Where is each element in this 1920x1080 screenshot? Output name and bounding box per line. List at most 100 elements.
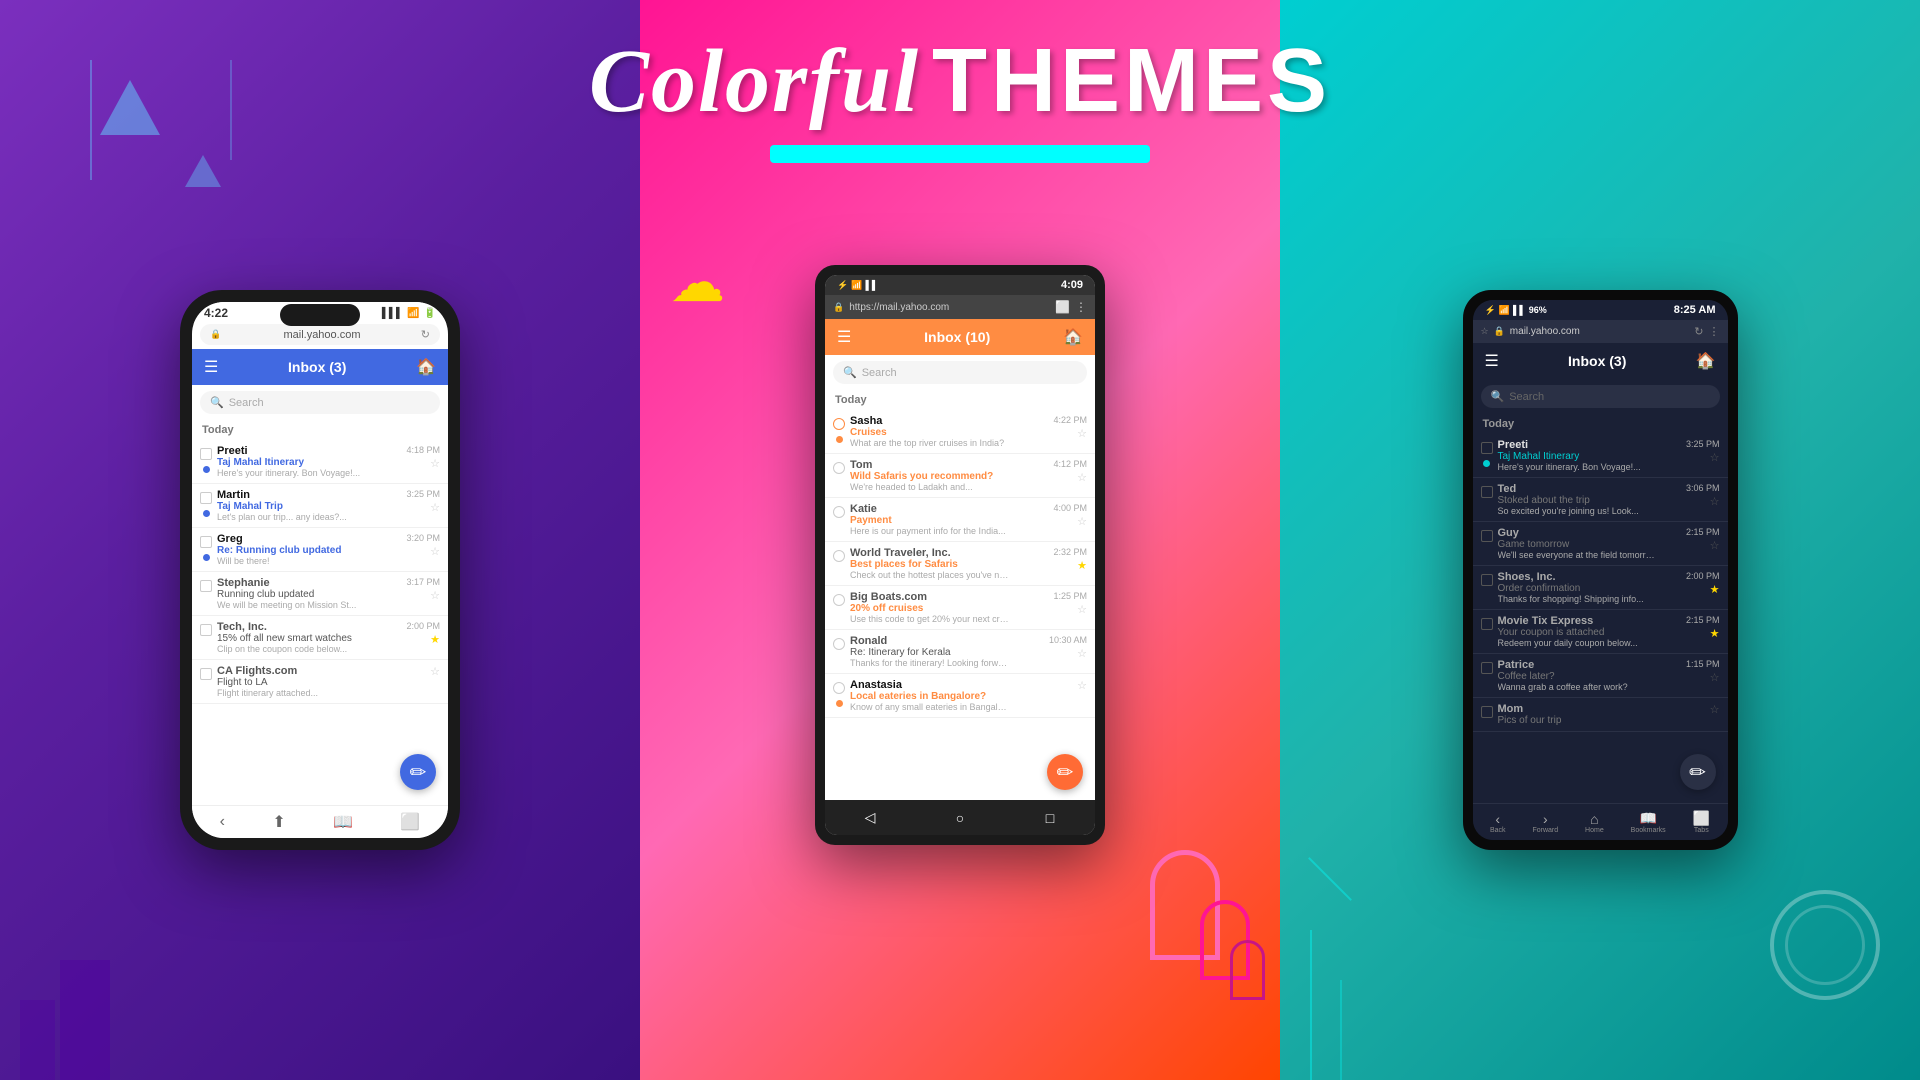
checkbox-katie[interactable] [833, 506, 845, 518]
nav-back[interactable]: ‹ [220, 813, 225, 831]
email-row-ted[interactable]: Ted Stoked about the trip So excited you… [1473, 478, 1728, 522]
email-row-tech[interactable]: Tech, Inc. 15% off all new smart watches… [192, 616, 448, 660]
star-tom[interactable]: ☆ [1077, 471, 1087, 484]
nav-bookmarks[interactable]: 📖 [333, 812, 353, 832]
email-row-patrice[interactable]: Patrice Coffee later? Wanna grab a coffe… [1473, 654, 1728, 698]
checkbox-shoes[interactable] [1481, 574, 1493, 586]
star-katie[interactable]: ☆ [1077, 515, 1087, 528]
nav-tabs-s[interactable]: ⬜ Tabs [1693, 810, 1710, 834]
email-row-preeti-s[interactable]: Preeti Taj Mahal Itinerary Here's your i… [1473, 434, 1728, 478]
star-anastasia[interactable]: ☆ [1077, 679, 1087, 692]
email-row-tom[interactable]: Tom Wild Safaris you recommend? We're he… [825, 454, 1095, 498]
nav-home-s[interactable]: ⌂ Home [1585, 811, 1604, 834]
checkbox-mt[interactable] [1481, 618, 1493, 630]
checkbox-wt[interactable] [833, 550, 845, 562]
checkbox-preeti-s[interactable] [1481, 442, 1493, 454]
refresh-icon[interactable]: ↻ [421, 328, 430, 341]
email-row-worldtraveler[interactable]: World Traveler, Inc. Best places for Saf… [825, 542, 1095, 586]
checkbox-stephanie[interactable] [200, 580, 212, 592]
nav-forward-s[interactable]: › Forward [1532, 811, 1558, 834]
checkbox-guy[interactable] [1481, 530, 1493, 542]
checkbox-bb[interactable] [833, 594, 845, 606]
android-home-btn[interactable]: ○ [950, 808, 970, 828]
samsung-screen: ⚡ 📶 ▌▌ 96% 8:25 AM ☆ 🔒 mail.yahoo.com ↻ … [1473, 300, 1728, 840]
tabs-icon-samsung[interactable]: ⬜ [1693, 810, 1710, 827]
menu-icon[interactable]: ⋮ [1075, 300, 1087, 314]
star-tech[interactable]: ★ [430, 633, 440, 646]
star-greg[interactable]: ☆ [430, 545, 440, 558]
iphone-fab[interactable]: ✏ [400, 754, 436, 790]
android-back-btn[interactable]: ◁ [860, 808, 880, 828]
checkbox-anastasia[interactable] [833, 682, 845, 694]
sender-ted: Ted [1498, 483, 1681, 495]
star-mt[interactable]: ★ [1710, 627, 1720, 640]
home-icon-android[interactable]: 🏠 [1063, 327, 1083, 347]
email-row-movietix[interactable]: Movie Tix Express Your coupon is attache… [1473, 610, 1728, 654]
star-caflights[interactable]: ☆ [430, 665, 440, 678]
checkbox-mom[interactable] [1481, 706, 1493, 718]
iphone-url-bar[interactable]: 🔒 mail.yahoo.com ↻ [200, 324, 440, 345]
star-ronald[interactable]: ☆ [1077, 647, 1087, 660]
checkbox-ted[interactable] [1481, 486, 1493, 498]
star-shoes[interactable]: ★ [1710, 583, 1720, 596]
checkbox-martin[interactable] [200, 492, 212, 504]
email-row-shoes[interactable]: Shoes, Inc. Order confirmation Thanks fo… [1473, 566, 1728, 610]
star-bb[interactable]: ☆ [1077, 603, 1087, 616]
star-guy[interactable]: ☆ [1710, 539, 1720, 552]
nav-bookmarks-s[interactable]: 📖 Bookmarks [1631, 810, 1666, 834]
bookmarks-icon-samsung[interactable]: 📖 [1639, 810, 1656, 827]
checkbox-preeti[interactable] [200, 448, 212, 460]
nav-back-s[interactable]: ‹ Back [1490, 811, 1506, 834]
hamburger-icon-android[interactable]: ☰ [837, 327, 851, 347]
home-icon[interactable]: 🏠 [416, 357, 436, 377]
bookmarks-label-samsung: Bookmarks [1631, 827, 1666, 834]
reload-icon-samsung[interactable]: ↻ [1694, 325, 1703, 338]
hamburger-icon[interactable]: ☰ [204, 357, 218, 377]
home-icon-samsung-nav[interactable]: ⌂ [1590, 811, 1598, 827]
email-row-mom[interactable]: Mom Pics of our trip ☆ [1473, 698, 1728, 732]
back-icon-samsung[interactable]: ‹ [1495, 811, 1500, 827]
checkbox-ronald[interactable] [833, 638, 845, 650]
email-row-preeti[interactable]: Preeti Taj Mahal Itinerary Here's your i… [192, 440, 448, 484]
android-recent-btn[interactable]: □ [1040, 808, 1060, 828]
star-stephanie[interactable]: ☆ [430, 589, 440, 602]
checkbox-greg[interactable] [200, 536, 212, 548]
star-sasha[interactable]: ☆ [1077, 427, 1087, 440]
email-row-greg[interactable]: Greg Re: Running club updated Will be th… [192, 528, 448, 572]
star-wt[interactable]: ★ [1077, 559, 1087, 572]
email-row-stephanie[interactable]: Stephanie Running club updated We will b… [192, 572, 448, 616]
email-row-ronald[interactable]: Ronald Re: Itinerary for Kerala Thanks f… [825, 630, 1095, 674]
samsung-url-bar[interactable]: ☆ 🔒 mail.yahoo.com ↻ ⋮ [1473, 320, 1728, 343]
tab-icon[interactable]: ⬜ [1055, 300, 1070, 314]
star-preeti-s[interactable]: ☆ [1710, 451, 1720, 464]
checkbox-caflights[interactable] [200, 668, 212, 680]
home-icon-samsung[interactable]: 🏠 [1696, 351, 1716, 371]
star-preeti[interactable]: ☆ [430, 457, 440, 470]
email-row-anastasia[interactable]: Anastasia Local eateries in Bangalore? K… [825, 674, 1095, 718]
android-search-bar[interactable]: 🔍 Search [833, 361, 1087, 384]
android-url-bar[interactable]: 🔒 https://mail.yahoo.com ⬜ ⋮ [825, 295, 1095, 319]
checkbox-tom[interactable] [833, 462, 845, 474]
hamburger-icon-samsung[interactable]: ☰ [1485, 351, 1499, 371]
android-fab[interactable]: ✏ [1047, 754, 1083, 790]
samsung-fab[interactable]: ✏ [1680, 754, 1716, 790]
email-row-guy[interactable]: Guy Game tomorrow We'll see everyone at … [1473, 522, 1728, 566]
star-martin[interactable]: ☆ [430, 501, 440, 514]
email-row-sasha[interactable]: Sasha Cruises What are the top river cru… [825, 410, 1095, 454]
email-row-caflights[interactable]: CA Flights.com Flight to LA Flight itine… [192, 660, 448, 704]
more-icon-samsung[interactable]: ⋮ [1709, 325, 1720, 338]
star-mom[interactable]: ☆ [1710, 703, 1720, 716]
star-patrice[interactable]: ☆ [1710, 671, 1720, 684]
checkbox-tech[interactable] [200, 624, 212, 636]
iphone-search-bar[interactable]: 🔍 Search [200, 391, 440, 414]
samsung-search-bar[interactable]: 🔍 Search [1481, 385, 1720, 408]
checkbox-patrice[interactable] [1481, 662, 1493, 674]
email-row-katie[interactable]: Katie Payment Here is our payment info f… [825, 498, 1095, 542]
email-row-bigboats[interactable]: Big Boats.com 20% off cruises Use this c… [825, 586, 1095, 630]
star-ted[interactable]: ☆ [1710, 495, 1720, 508]
checkbox-sasha[interactable] [833, 418, 845, 430]
email-row-martin[interactable]: Martin Taj Mahal Trip Let's plan our tri… [192, 484, 448, 528]
forward-icon-samsung[interactable]: › [1543, 811, 1548, 827]
nav-tabs[interactable]: ⬜ [400, 812, 420, 832]
nav-share[interactable]: ⬆ [272, 812, 285, 832]
